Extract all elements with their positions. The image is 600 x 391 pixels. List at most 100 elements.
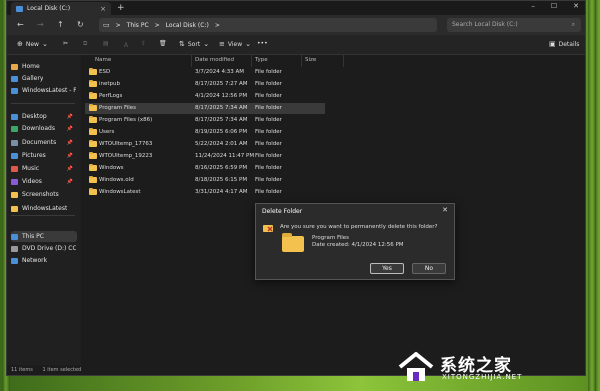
folder-icon [89, 164, 97, 171]
breadcrumb-local-disk[interactable]: Local Disk (C:) [166, 22, 209, 29]
column-name[interactable]: Name [95, 57, 111, 63]
up-arrow-icon[interactable]: ↑ [57, 20, 64, 29]
breadcrumb-sep: > [115, 21, 121, 29]
sidebar-item-home[interactable]: Home [11, 61, 77, 72]
tab-local-disk[interactable]: Local Disk (C:) × [11, 2, 111, 15]
forward-arrow-icon[interactable]: → [37, 20, 44, 29]
sidebar-item-gallery[interactable]: Gallery [11, 73, 77, 84]
sidebar-item-label: Network [22, 257, 48, 264]
file-date-modified: 8/19/2025 6:06 PM [195, 129, 248, 135]
file-name: Program Files [99, 105, 137, 111]
file-type: File folder [255, 165, 282, 171]
tab-close-icon[interactable]: × [100, 5, 106, 13]
plus-circle-icon: ⊕ [17, 40, 23, 48]
maximize-button[interactable]: ☐ [551, 2, 557, 10]
sidebar-item-dvd-drive-d-ccc[interactable]: DVD Drive (D:) CCC [11, 243, 77, 254]
folder-icon [89, 188, 97, 195]
table-row[interactable]: ESD 3/7/2024 4:33 AM File folder [85, 67, 325, 78]
sidebar-item-documents[interactable]: Documents 📌 [11, 137, 77, 148]
file-name: inetpub [99, 81, 121, 87]
breadcrumb-sep: > [154, 21, 160, 29]
sidebar-item-icon [11, 152, 18, 159]
dialog-date-created: Date created: 4/1/2024 12:56 PM [312, 242, 404, 248]
sidebar-item-label: This PC [22, 233, 44, 240]
new-button[interactable]: ⊕ New ⌄ [17, 40, 48, 48]
file-date-modified: 5/22/2024 2:01 AM [195, 141, 248, 147]
table-row[interactable]: inetpub 8/17/2025 7:27 AM File folder [85, 79, 325, 90]
drive-icon [16, 5, 23, 12]
new-label: New [25, 40, 39, 48]
file-date-modified: 3/7/2024 4:33 AM [195, 69, 245, 75]
table-row[interactable]: Windows 8/16/2025 6:59 PM File folder [85, 163, 325, 174]
cut-icon[interactable]: ✂ [63, 40, 68, 47]
sidebar-item-label: Home [22, 63, 40, 70]
details-label: Details [558, 40, 580, 48]
sidebar-item-pictures[interactable]: Pictures 📌 [11, 150, 77, 161]
sidebar-item-windowslatest-pe[interactable]: WindowsLatest - Pe [11, 85, 77, 96]
share-icon[interactable]: ⇪ [141, 40, 146, 47]
search-input[interactable]: Search Local Disk (C:) ⌕ [447, 18, 581, 32]
sidebar-item-network[interactable]: Network [11, 255, 77, 266]
file-type: File folder [255, 141, 282, 147]
sidebar-item-screenshots[interactable]: Screenshots [11, 189, 77, 200]
view-button[interactable]: ≡ View ⌄ [219, 40, 251, 48]
file-date-modified: 3/31/2024 4:17 AM [195, 189, 248, 195]
table-row[interactable]: Program Files (x86) 8/17/2025 7:34 AM File… [85, 115, 325, 126]
sidebar-item-desktop[interactable]: Desktop 📌 [11, 111, 77, 122]
dialog-folder-name: Program Files [312, 235, 350, 241]
folder-icon [89, 80, 97, 87]
table-row[interactable]: Users 8/19/2025 6:06 PM File folder [85, 127, 325, 138]
file-type: File folder [255, 153, 282, 159]
dialog-close-icon[interactable]: ✕ [442, 206, 448, 214]
refresh-icon[interactable]: ↻ [77, 20, 84, 29]
new-tab-button[interactable]: + [117, 3, 125, 13]
address-bar-row: ← → ↑ ↻ ▭ > This PC > Local Disk (C:) > … [7, 15, 585, 35]
sidebar-item-downloads[interactable]: Downloads 📌 [11, 123, 77, 134]
sidebar-item-label: Desktop [22, 113, 47, 120]
file-date-modified: 8/17/2025 7:34 AM [195, 117, 248, 123]
chevron-down-icon: ⌄ [41, 40, 48, 48]
minimize-button[interactable]: – [531, 2, 535, 10]
back-arrow-icon[interactable]: ← [17, 20, 24, 29]
paste-icon[interactable]: ▤ [103, 40, 109, 47]
sidebar-item-music[interactable]: Music 📌 [11, 163, 77, 174]
file-name: Program Files (x86) [99, 117, 153, 123]
column-type[interactable]: Type [255, 57, 268, 63]
delete-icon[interactable]: 🗑 [159, 40, 167, 47]
table-row[interactable]: WTOUItemp_17763 5/22/2024 2:01 AM File fol… [85, 139, 325, 150]
column-date-modified[interactable]: Date modified [195, 57, 234, 63]
sidebar-item-videos[interactable]: Videos 📌 [11, 176, 77, 187]
table-row[interactable]: WindowsLatest 3/31/2024 4:17 AM File folde… [85, 187, 325, 198]
pin-icon: 📌 [66, 152, 73, 159]
copy-icon[interactable]: ⧉ [83, 40, 87, 48]
file-name: Windows.old [99, 177, 134, 183]
title-bar: Local Disk (C:) × + – ☐ ✕ [7, 1, 585, 15]
sidebar-item-icon [11, 139, 18, 146]
file-type: File folder [255, 93, 282, 99]
table-row[interactable]: PerfLogs 4/1/2024 12:56 PM File folder [85, 91, 325, 102]
more-options-button[interactable]: ••• [257, 40, 268, 47]
table-row[interactable]: Program Files 8/17/2025 7:34 AM File folde… [85, 103, 325, 114]
search-placeholder: Search Local Disk (C:) [452, 21, 518, 28]
no-button[interactable]: No [412, 263, 446, 274]
sidebar-divider [11, 215, 75, 216]
sort-button[interactable]: ⇅ Sort ⌄ [179, 40, 209, 48]
column-size[interactable]: Size [305, 57, 316, 63]
table-row[interactable]: WTOUItemp_19223 11/24/2024 11:47 PM File f… [85, 151, 325, 162]
yes-button[interactable]: Yes [370, 263, 404, 274]
rename-icon[interactable]: Ａ [123, 40, 129, 49]
sidebar-item-label: Pictures [22, 152, 46, 159]
sidebar-item-icon [11, 257, 18, 264]
sidebar-item-windowslatest[interactable]: WindowsLatest [11, 203, 77, 214]
close-button[interactable]: ✕ [573, 2, 579, 10]
breadcrumb-this-pc[interactable]: This PC [127, 22, 149, 29]
sidebar-item-icon [11, 125, 18, 132]
sidebar-item-icon [11, 178, 18, 185]
sidebar-item-label: Music [22, 165, 40, 172]
sidebar-item-this-pc[interactable]: This PC [11, 231, 77, 242]
breadcrumb[interactable]: ▭ > This PC > Local Disk (C:) > [99, 18, 437, 32]
watermark: 系统之家 XITONGZHIJIA.NET [394, 349, 594, 389]
breadcrumb-sep: > [214, 21, 220, 29]
details-button[interactable]: ▣ Details [549, 40, 579, 48]
table-row[interactable]: Windows.old 8/18/2025 6:15 PM File folder [85, 175, 325, 186]
